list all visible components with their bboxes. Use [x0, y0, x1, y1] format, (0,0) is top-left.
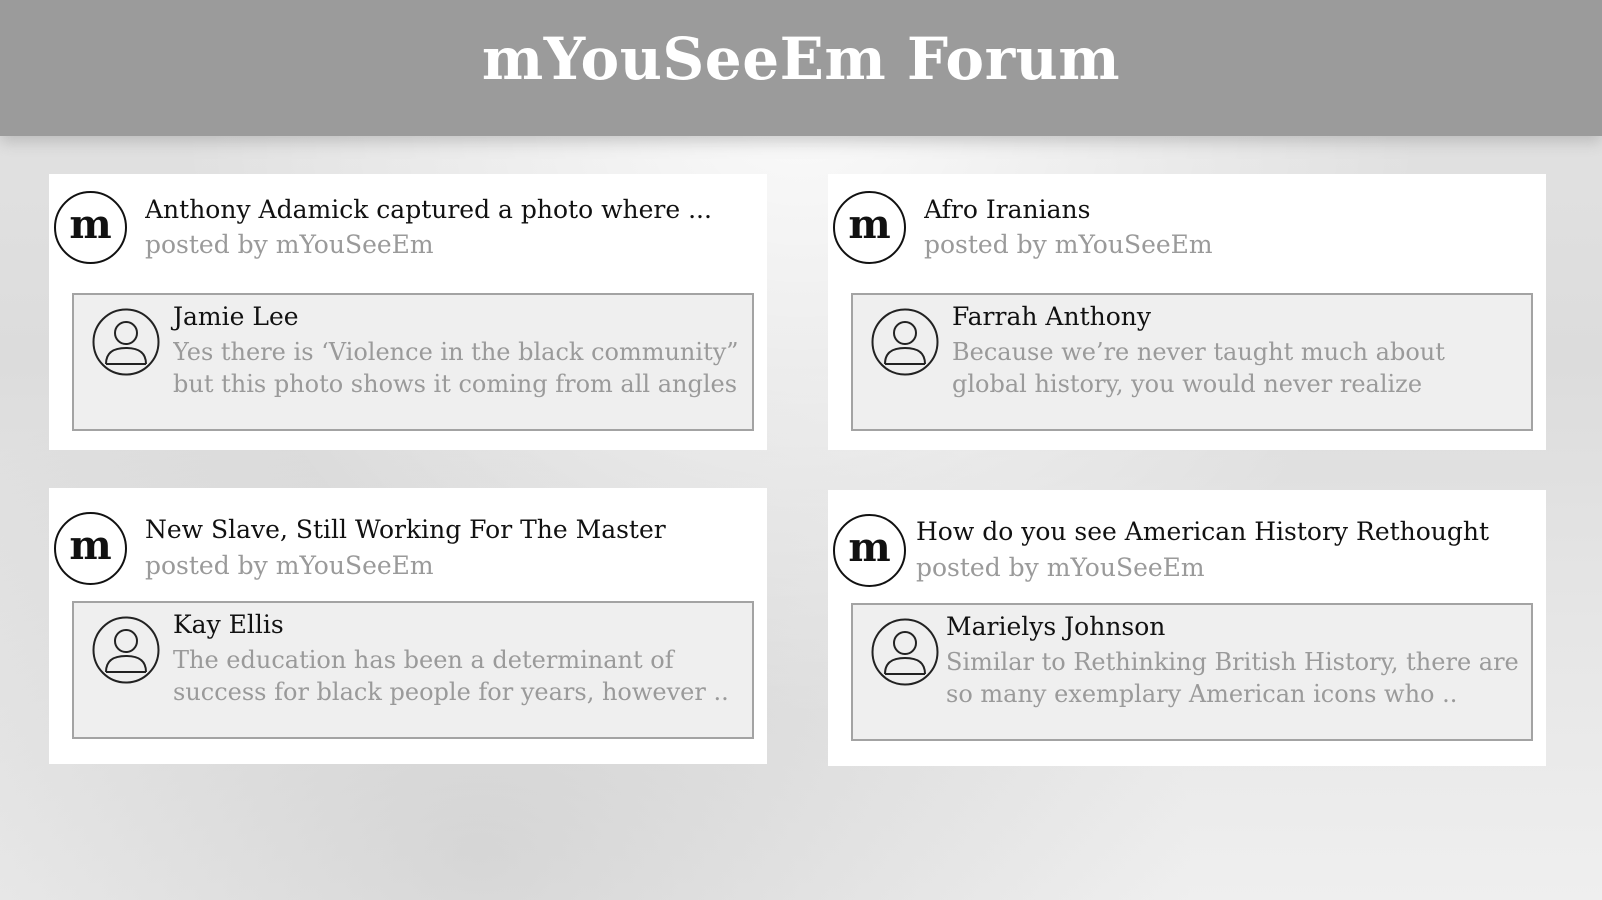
comment-author: Kay Ellis: [173, 610, 284, 639]
site-header: mYouSeeEm Forum: [0, 0, 1602, 136]
site-logo-icon: m: [833, 514, 906, 587]
user-avatar-icon: [871, 618, 939, 686]
post-author: posted by mYouSeeEm: [145, 230, 434, 259]
comment-author: Marielys Johnson: [946, 612, 1166, 641]
post-author: posted by mYouSeeEm: [916, 553, 1205, 582]
post-card[interactable]: m How do you see American History Rethou…: [828, 490, 1546, 766]
comment-author: Farrah Anthony: [952, 302, 1151, 331]
site-logo-icon: m: [54, 191, 127, 264]
user-avatar-icon: [92, 308, 160, 376]
comment-author: Jamie Lee: [173, 302, 299, 331]
post-title[interactable]: Anthony Adamick captured a photo where .…: [145, 194, 755, 227]
site-logo-icon: m: [54, 512, 127, 585]
post-author: posted by mYouSeeEm: [145, 551, 434, 580]
comment-preview[interactable]: Farrah Anthony Because we’re never taugh…: [851, 293, 1533, 431]
comment-text: Because we’re never taught much about gl…: [952, 338, 1445, 398]
post-title[interactable]: How do you see American History Rethough…: [916, 516, 1526, 549]
post-card[interactable]: m New Slave, Still Working For The Maste…: [49, 488, 767, 764]
comment-preview[interactable]: Jamie Lee Yes there is ‘Violence in the …: [72, 293, 754, 431]
user-avatar-icon: [92, 616, 160, 684]
comment-text: Yes there is ‘Violence in the black comm…: [173, 338, 739, 398]
post-card[interactable]: m Afro Iranians posted by mYouSeeEm Farr…: [828, 174, 1546, 450]
site-logo-icon: m: [833, 191, 906, 264]
post-author: posted by mYouSeeEm: [924, 230, 1213, 259]
site-title: mYouSeeEm Forum: [481, 25, 1121, 93]
comment-text: Similar to Rethinking British History, t…: [946, 648, 1519, 708]
post-title[interactable]: Afro Iranians: [924, 194, 1534, 227]
comment-preview[interactable]: Kay Ellis The education has been a deter…: [72, 601, 754, 739]
post-title[interactable]: New Slave, Still Working For The Master: [145, 514, 755, 547]
comment-text: The education has been a determinant of …: [173, 646, 729, 706]
comment-preview[interactable]: Marielys Johnson Similar to Rethinking B…: [851, 603, 1533, 741]
post-card[interactable]: m Anthony Adamick captured a photo where…: [49, 174, 767, 450]
user-avatar-icon: [871, 308, 939, 376]
